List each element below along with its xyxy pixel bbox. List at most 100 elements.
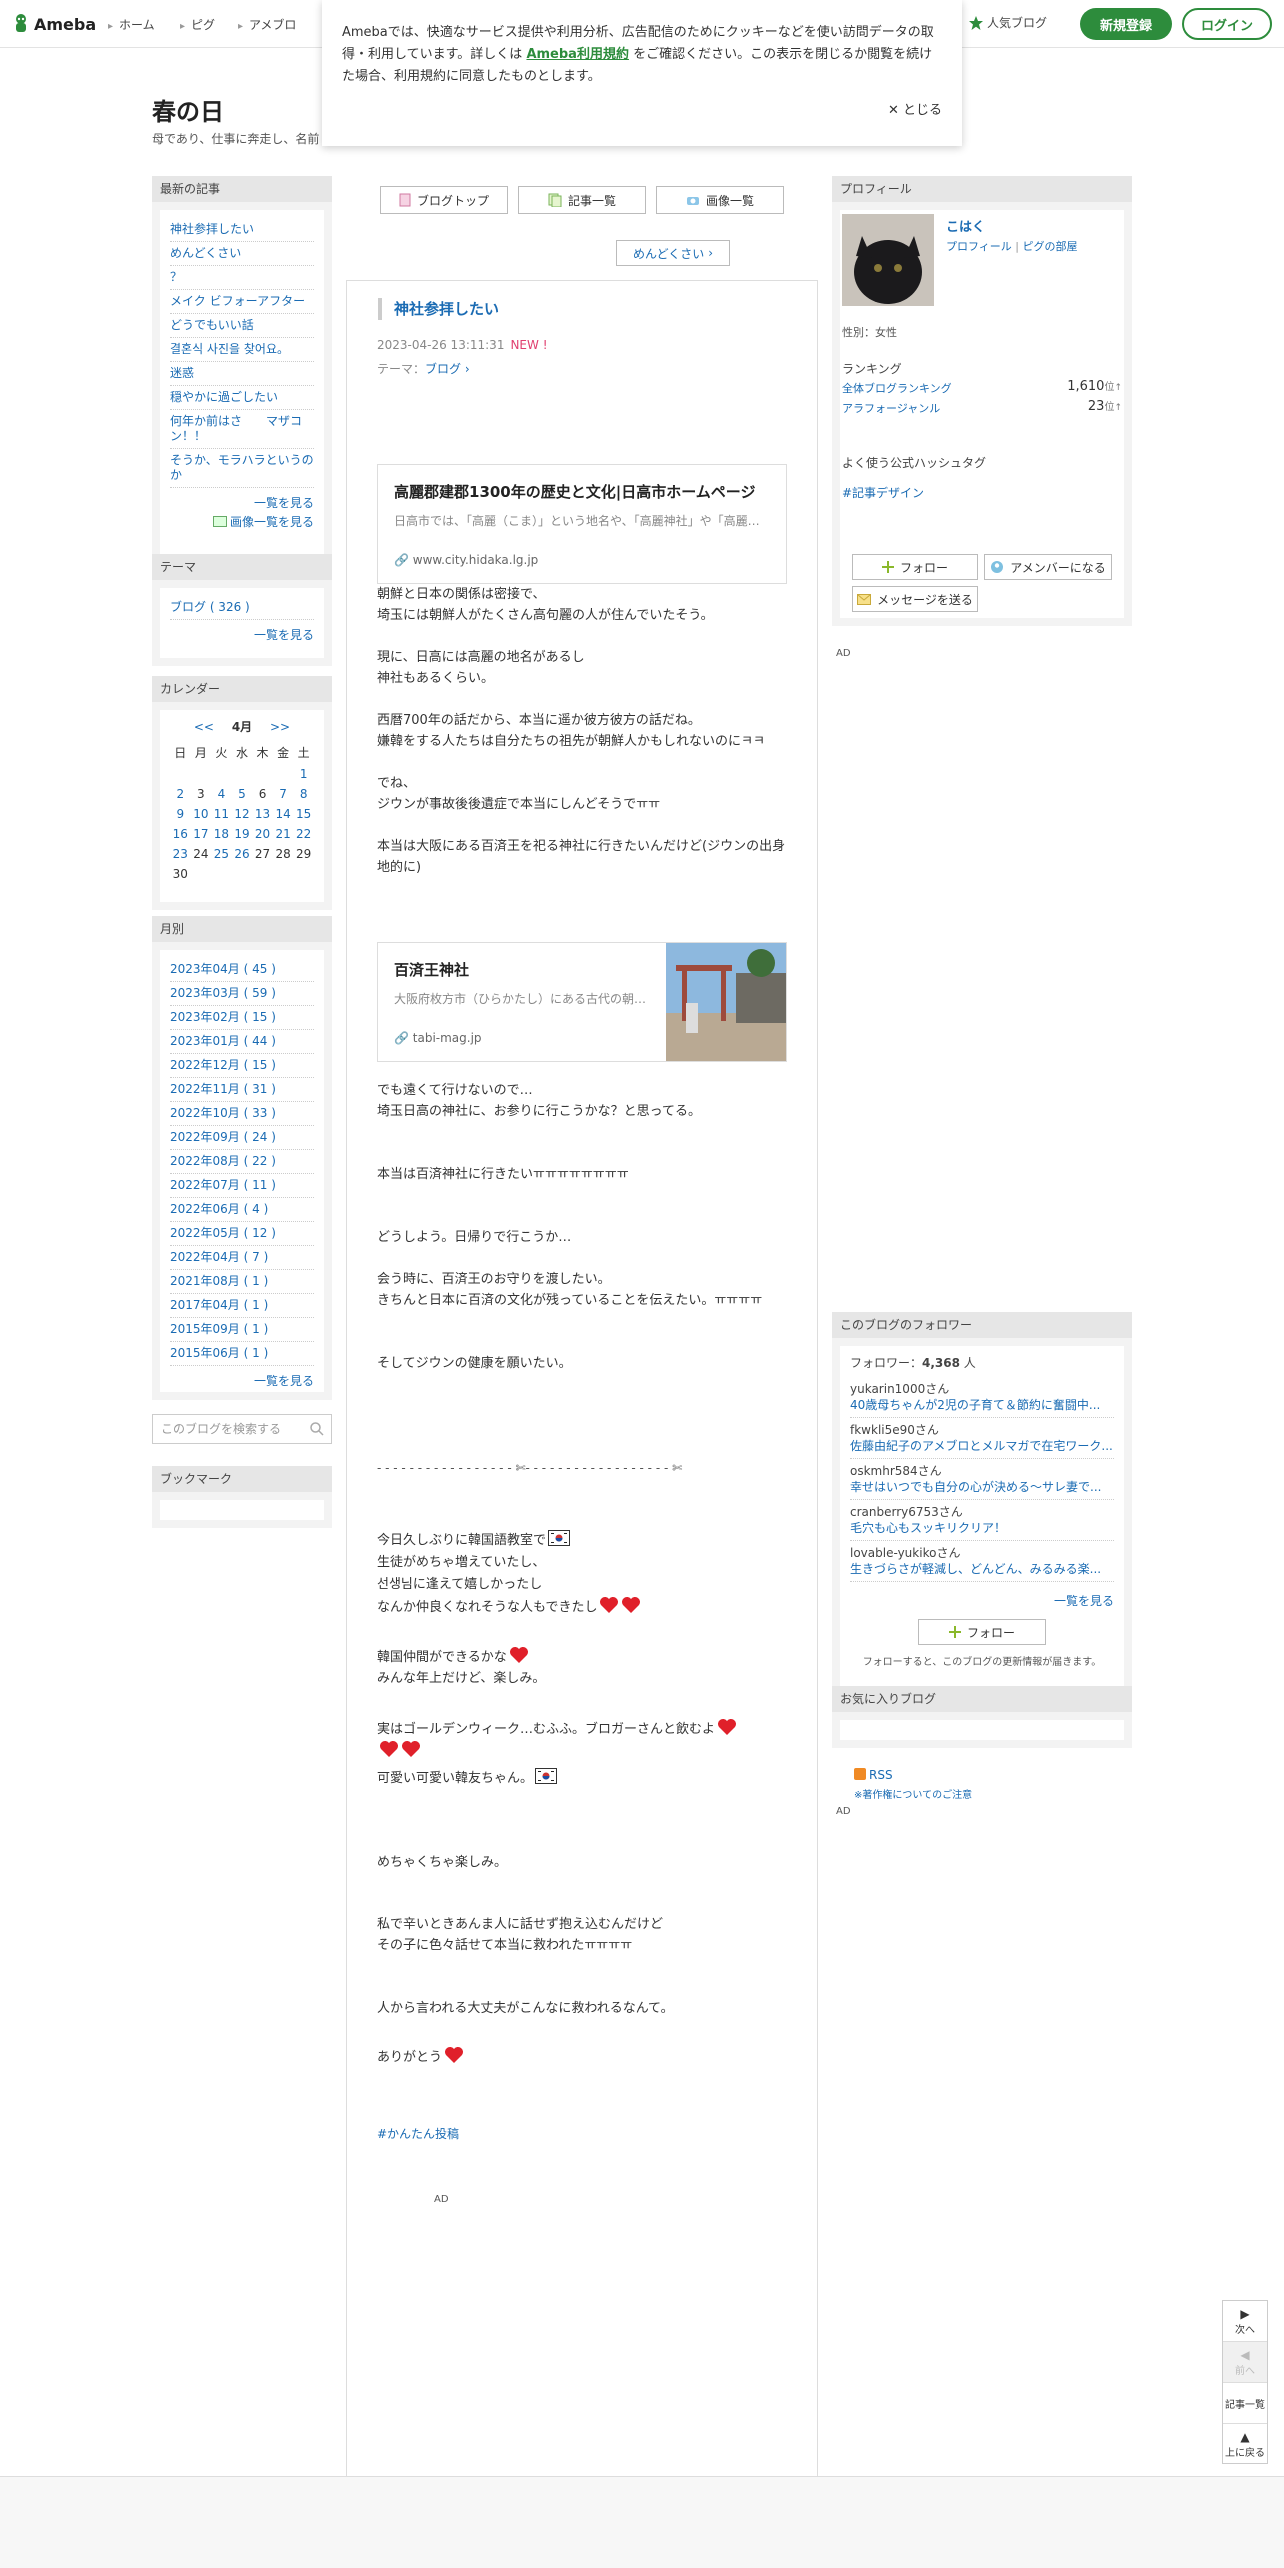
article-title[interactable]: 神社参拝したい [378, 298, 499, 320]
month-archive-link[interactable]: 2022年04月 ( 7 ) [170, 1246, 314, 1270]
month-archive-link[interactable]: 2017年04月 ( 1 ) [170, 1294, 314, 1318]
rss-link[interactable]: RSS [854, 1768, 893, 1782]
calendar-day[interactable]: 2 [170, 784, 191, 804]
recent-article-link[interactable]: そうか、モラハラというのか [170, 449, 314, 488]
month-archive-link[interactable]: 2023年01月 ( 44 ) [170, 1030, 314, 1054]
followers-more-link[interactable]: 一覧を見る [850, 1592, 1114, 1609]
tab-blog-top[interactable]: ブログトップ [380, 186, 508, 214]
month-archive-link[interactable]: 2015年09月 ( 1 ) [170, 1318, 314, 1342]
follower-blog-link[interactable]: 生きづらさが軽減し、どんどん、みるみる楽... [850, 1561, 1114, 1577]
blog-title[interactable]: 春の日 [152, 92, 224, 127]
month-archive-link[interactable]: 2022年07月 ( 11 ) [170, 1174, 314, 1198]
theme-item-blog[interactable]: ブログ ( 326 ) [170, 596, 314, 620]
month-archive-link[interactable]: 2022年05月 ( 12 ) [170, 1222, 314, 1246]
recent-article-link[interactable]: どうでもいい話 [170, 314, 314, 338]
overall-ranking-link[interactable]: 全体ブログランキング [842, 380, 952, 396]
next-article-button[interactable]: ▶ 次へ [1223, 2301, 1267, 2342]
calendar-day[interactable]: 5 [232, 784, 253, 804]
link-card-hidaka[interactable]: 高麗郡建郡1300年の歴史と文化|日高市ホームページ 日高市では、「高麗（こま）… [377, 464, 787, 584]
link-card-kudara[interactable]: 百済王神社 大阪府枚方市（ひらかたし）にある古代の朝鮮... 🔗 tabi-ma… [377, 942, 787, 1062]
follower-blog-link[interactable]: 幸せはいつでも自分の心が決める〜サレ妻で... [850, 1479, 1114, 1495]
calendar-prev[interactable]: << [194, 720, 214, 734]
calendar-day[interactable]: 17 [191, 824, 212, 844]
calendar-day[interactable]: 15 [293, 804, 314, 824]
month-archive-link[interactable]: 2022年11月 ( 31 ) [170, 1078, 314, 1102]
recent-article-link[interactable]: めんどくさい [170, 242, 314, 266]
search-icon[interactable] [309, 1421, 325, 1437]
nav-popular-blog[interactable]: 人気ブログ [968, 14, 1047, 31]
genre-ranking-link[interactable]: アラフォージャンル [842, 400, 940, 416]
calendar-day[interactable]: 18 [211, 824, 232, 844]
prev-article-button-disabled[interactable]: ◀ 前へ [1223, 2342, 1267, 2383]
month-archive-link[interactable]: 2022年06月 ( 4 ) [170, 1198, 314, 1222]
profile-avatar[interactable] [842, 214, 934, 306]
calendar-day[interactable]: 12 [232, 804, 253, 824]
recent-more-link[interactable]: 一覧を見る [170, 494, 314, 511]
prev-article-button[interactable]: めんどくさい › [616, 240, 730, 266]
month-archive-link[interactable]: 2022年12月 ( 15 ) [170, 1054, 314, 1078]
nav-pigg[interactable]: ▸ ピグ [180, 16, 215, 33]
month-archive-link[interactable]: 2022年09月 ( 24 ) [170, 1126, 314, 1150]
login-button[interactable]: ログイン [1182, 8, 1272, 40]
recent-article-link[interactable]: 何年か前はさ マザコン！！ [170, 410, 314, 449]
recent-article-link[interactable]: メイク ビフォーアフター [170, 290, 314, 314]
calendar-day[interactable]: 23 [170, 844, 191, 864]
calendar-day[interactable]: 11 [211, 804, 232, 824]
follower-item[interactable]: oskmhr584さん 幸せはいつでも自分の心が決める〜サレ妻で... [850, 1459, 1114, 1500]
nav-home[interactable]: ▸ ホーム [108, 16, 155, 33]
tab-article-list[interactable]: 記事一覧 [518, 186, 646, 214]
theme-more-link[interactable]: 一覧を見る [170, 626, 314, 643]
back-to-top-button[interactable]: ▲ 上に戻る [1223, 2424, 1267, 2465]
send-message-button[interactable]: メッセージを送る [852, 586, 978, 612]
follower-blog-link[interactable]: 40歳母ちゃんが2児の子育て＆節約に奮闘中... [850, 1397, 1114, 1413]
amember-button[interactable]: アメンバーになる [984, 554, 1112, 580]
recent-article-link[interactable]: 迷惑 [170, 362, 314, 386]
month-archive-link[interactable]: 2015年06月 ( 1 ) [170, 1342, 314, 1366]
calendar-next[interactable]: >> [270, 720, 290, 734]
month-archive-link[interactable]: 2023年04月 ( 45 ) [170, 958, 314, 982]
calendar-day[interactable]: 25 [211, 844, 232, 864]
month-archive-link[interactable]: 2023年02月 ( 15 ) [170, 1006, 314, 1030]
nav-ameblo[interactable]: ▸ アメブロ [238, 16, 296, 33]
article-theme-link[interactable]: ブログ [425, 362, 461, 376]
signup-button[interactable]: 新規登録 [1080, 8, 1172, 40]
follower-item[interactable]: lovable-yukikoさん 生きづらさが軽減し、どんどん、みるみる楽... [850, 1541, 1114, 1582]
calendar-day[interactable]: 20 [252, 824, 273, 844]
recent-article-link[interactable]: 神社参拝したい [170, 218, 314, 242]
calendar-day[interactable]: 8 [293, 784, 314, 804]
pigg-room-link[interactable]: ピグの部屋 [1022, 240, 1077, 253]
calendar-day[interactable]: 10 [191, 804, 212, 824]
profile-name[interactable]: こはく [946, 216, 985, 235]
calendar-day[interactable]: 1 [293, 764, 314, 784]
follower-item[interactable]: yukarin1000さん 40歳母ちゃんが2児の子育て＆節約に奮闘中... [850, 1377, 1114, 1418]
cookie-close-button[interactable]: ✕ とじる [888, 100, 942, 122]
follow-button-2[interactable]: フォロー [918, 1619, 1046, 1645]
month-more-link[interactable]: 一覧を見る [170, 1372, 314, 1389]
month-archive-link[interactable]: 2023年03月 ( 59 ) [170, 982, 314, 1006]
calendar-day[interactable]: 13 [252, 804, 273, 824]
profile-link[interactable]: プロフィール [946, 240, 1012, 253]
calendar-day[interactable]: 14 [273, 804, 294, 824]
calendar-day[interactable]: 16 [170, 824, 191, 844]
calendar-day[interactable]: 26 [232, 844, 253, 864]
follower-blog-link[interactable]: 毛穴も心もスッキリクリア！ [850, 1520, 1114, 1536]
month-archive-link[interactable]: 2022年10月 ( 33 ) [170, 1102, 314, 1126]
article-list-button[interactable]: 記事一覧 [1223, 2383, 1267, 2424]
official-hashtag-link[interactable]: #記事デザイン [842, 484, 924, 501]
calendar-day[interactable]: 7 [273, 784, 294, 804]
follower-item[interactable]: cranberry6753さん 毛穴も心もスッキリクリア！ [850, 1500, 1114, 1541]
follower-item[interactable]: fkwkli5e90さん 佐藤由紀子のアメブロとメルマガで在宅ワーク... [850, 1418, 1114, 1459]
copyright-notice-link[interactable]: ※著作権についてのご注意 [854, 1786, 972, 1801]
terms-link[interactable]: Ameba利用規約 [526, 47, 629, 62]
image-list-link[interactable]: 画像一覧を見る [170, 513, 314, 530]
calendar-day[interactable]: 22 [293, 824, 314, 844]
recent-article-link[interactable]: ？ [170, 266, 314, 290]
recent-article-link[interactable]: 결혼식 사진을 찾어요。 [170, 338, 314, 362]
calendar-day[interactable]: 9 [170, 804, 191, 824]
calendar-day[interactable]: 4 [211, 784, 232, 804]
calendar-day[interactable]: 21 [273, 824, 294, 844]
recent-article-link[interactable]: 穏やかに過ごしたい [170, 386, 314, 410]
hashtag-link[interactable]: #かんたん投稿 [377, 2124, 787, 2145]
month-archive-link[interactable]: 2021年08月 ( 1 ) [170, 1270, 314, 1294]
tab-image-list[interactable]: 画像一覧 [656, 186, 784, 214]
